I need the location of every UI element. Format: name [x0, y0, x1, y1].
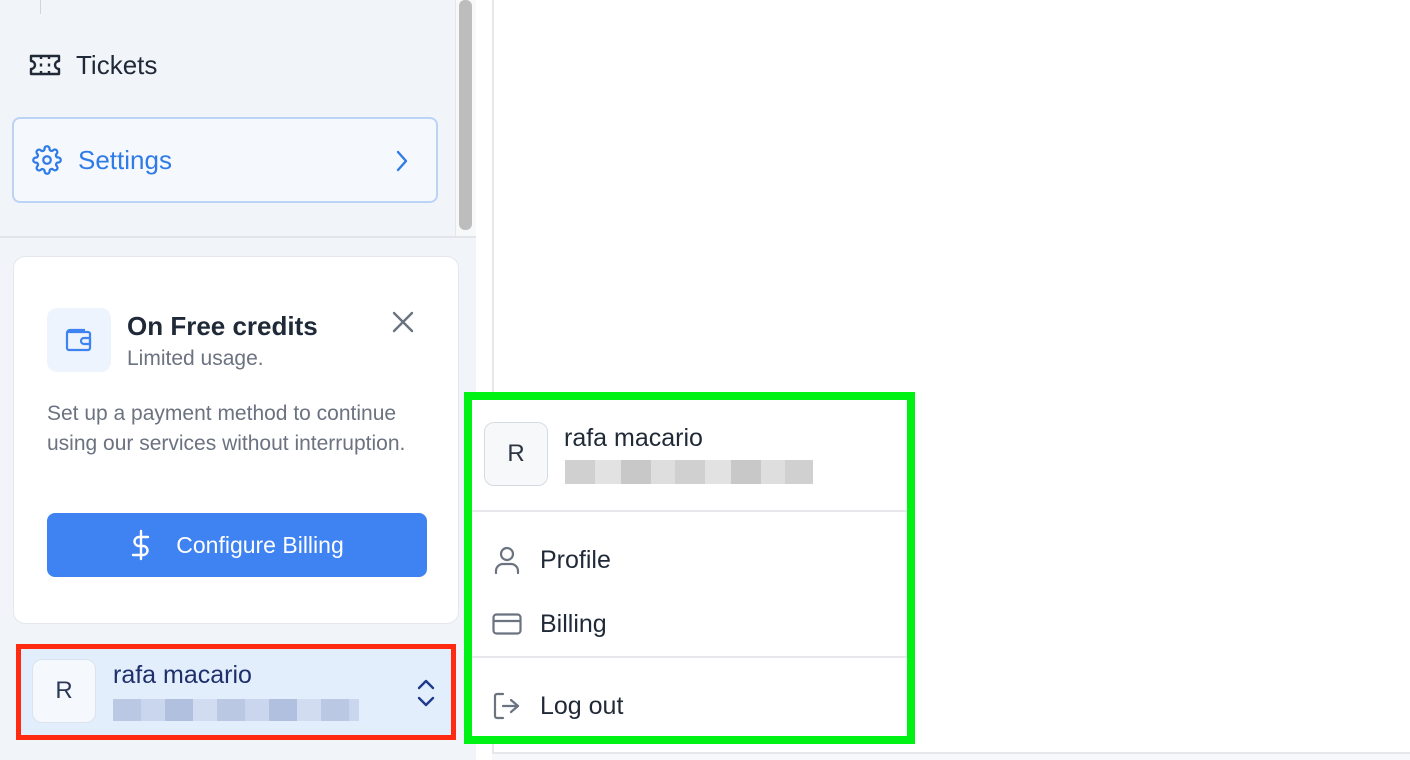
user-name: rafa macario — [113, 661, 252, 689]
logout-icon — [490, 689, 524, 723]
nav-tree-line — [40, 0, 41, 14]
menu-item-label: Billing — [540, 609, 607, 638]
gear-icon — [30, 143, 64, 177]
sidebar-item-label: Tickets — [76, 49, 158, 80]
scrollbar-thumb[interactable] — [459, 0, 472, 230]
wallet-icon — [47, 308, 111, 372]
menu-divider — [472, 510, 907, 512]
ticket-icon — [28, 48, 62, 82]
sidebar-item-settings[interactable]: Settings — [12, 117, 438, 203]
menu-user-name: rafa macario — [564, 424, 703, 452]
sidebar-divider — [0, 236, 476, 238]
user-menu-trigger[interactable]: R rafa macario — [16, 644, 456, 740]
credits-description: Set up a payment method to continue usin… — [47, 402, 406, 455]
free-credits-card: On Free credits Limited usage. Set up a … — [13, 256, 459, 624]
credit-card-icon — [490, 607, 524, 641]
credits-title: On Free credits — [127, 311, 318, 341]
menu-item-label: Log out — [540, 691, 624, 720]
menu-item-profile[interactable]: Profile — [490, 538, 611, 582]
dollar-icon — [130, 529, 152, 561]
menu-item-billing[interactable]: Billing — [490, 602, 607, 646]
avatar: R — [32, 659, 96, 723]
chevron-up-down-icon — [414, 675, 438, 711]
user-icon — [490, 543, 524, 577]
credits-subtitle: Limited usage. — [127, 347, 264, 370]
app-root: Tickets Settings On Free credits Limited… — [0, 0, 1410, 760]
menu-item-logout[interactable]: Log out — [490, 684, 623, 728]
menu-divider — [472, 656, 907, 658]
avatar: R — [484, 422, 548, 486]
close-icon[interactable] — [390, 309, 416, 335]
user-email-redacted — [113, 699, 359, 721]
main-panel-bottom-edge — [492, 752, 1410, 760]
configure-billing-button[interactable]: Configure Billing — [47, 513, 427, 577]
chevron-right-icon — [390, 147, 414, 175]
sidebar: Tickets Settings On Free credits Limited… — [0, 0, 476, 760]
user-menu-popover: R rafa macario Profile Billing Log out — [464, 392, 915, 744]
menu-user-email-redacted — [565, 460, 813, 484]
menu-item-label: Profile — [540, 545, 611, 574]
sidebar-item-label: Settings — [78, 144, 172, 175]
sidebar-item-tickets[interactable]: Tickets — [12, 22, 438, 108]
configure-billing-label: Configure Billing — [176, 531, 344, 558]
